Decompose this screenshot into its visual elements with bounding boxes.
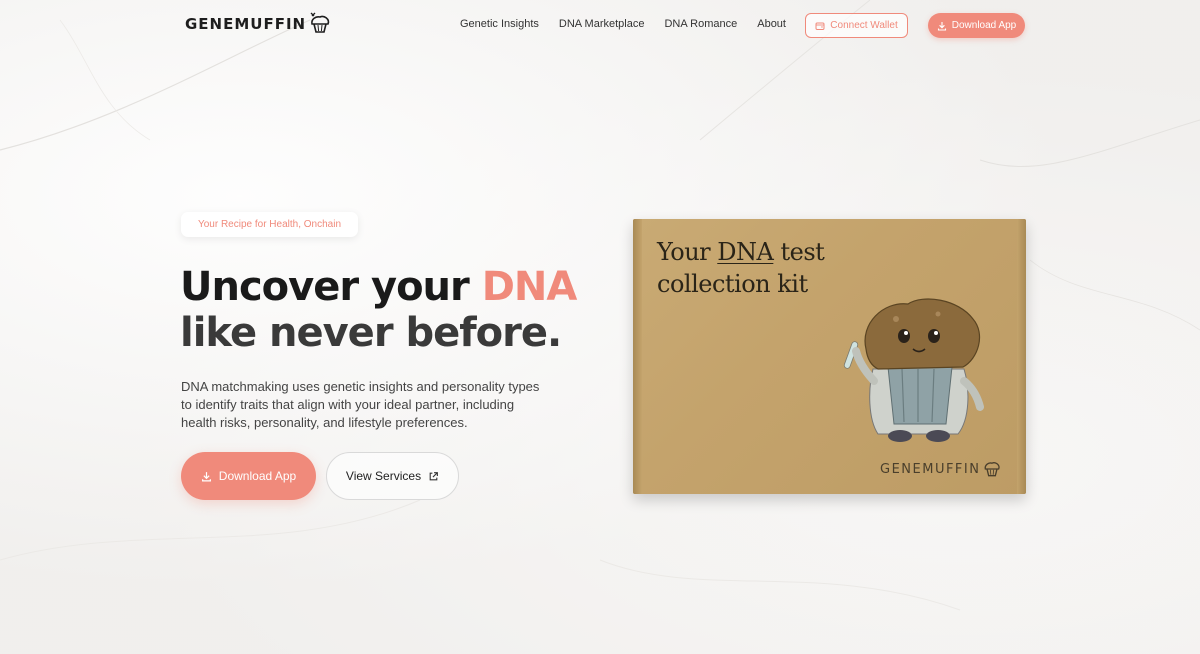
top-navigation: GENEMUFFIN Genetic Insights DNA Marketpl… <box>0 0 1200 50</box>
hero-headline: Uncover your DNA like never before. <box>180 264 620 356</box>
headline-accent: DNA <box>481 264 578 310</box>
wallet-icon <box>815 22 825 30</box>
hero-description: DNA matchmaking uses genetic insights an… <box>181 379 540 430</box>
kit-title-prefix: Your <box>657 238 718 266</box>
download-icon <box>201 471 211 482</box>
headline-part1: Uncover your <box>180 264 482 310</box>
view-services-label: View Services <box>345 469 422 483</box>
download-icon <box>937 21 946 31</box>
dna-kit-box-image: Your DNA test collection kit GENEMUFFIN <box>633 219 1026 494</box>
kit-title-underlined: DNA <box>717 238 774 266</box>
download-app-nav-label: Download App <box>951 20 1017 31</box>
brand-name: GENEMUFFIN <box>185 15 307 33</box>
download-app-hero-button[interactable]: Download App <box>181 452 316 500</box>
muffin-logo-icon <box>310 12 330 33</box>
nav-link-dna-romance[interactable]: DNA Romance <box>664 18 737 30</box>
connect-wallet-button[interactable]: Connect Wallet <box>805 13 908 38</box>
brand-logo[interactable]: GENEMUFFIN <box>185 12 332 36</box>
nav-link-dna-marketplace[interactable]: DNA Marketplace <box>559 18 645 30</box>
muffin-logo-icon <box>985 462 1001 477</box>
download-app-nav-button[interactable]: Download App <box>928 13 1025 38</box>
nav-link-about[interactable]: About <box>757 18 786 30</box>
view-services-button[interactable]: View Services <box>326 452 459 500</box>
kit-logo: GENEMUFFIN <box>880 459 1002 479</box>
hero-badge: Your Recipe for Health, Onchain <box>181 212 358 237</box>
kit-logo-text: GENEMUFFIN <box>880 461 981 477</box>
connect-wallet-label: Connect Wallet <box>830 20 898 31</box>
external-link-icon <box>429 471 438 480</box>
muffin-mascot-illustration <box>843 298 984 442</box>
hero-badge-text: Your Recipe for Health, Onchain <box>197 219 342 230</box>
download-app-hero-label: Download App <box>218 469 297 483</box>
headline-line2: like never before. <box>180 310 562 356</box>
nav-links: Genetic Insights DNA Marketplace DNA Rom… <box>460 18 786 30</box>
nav-link-genetic-insights[interactable]: Genetic Insights <box>460 18 539 30</box>
